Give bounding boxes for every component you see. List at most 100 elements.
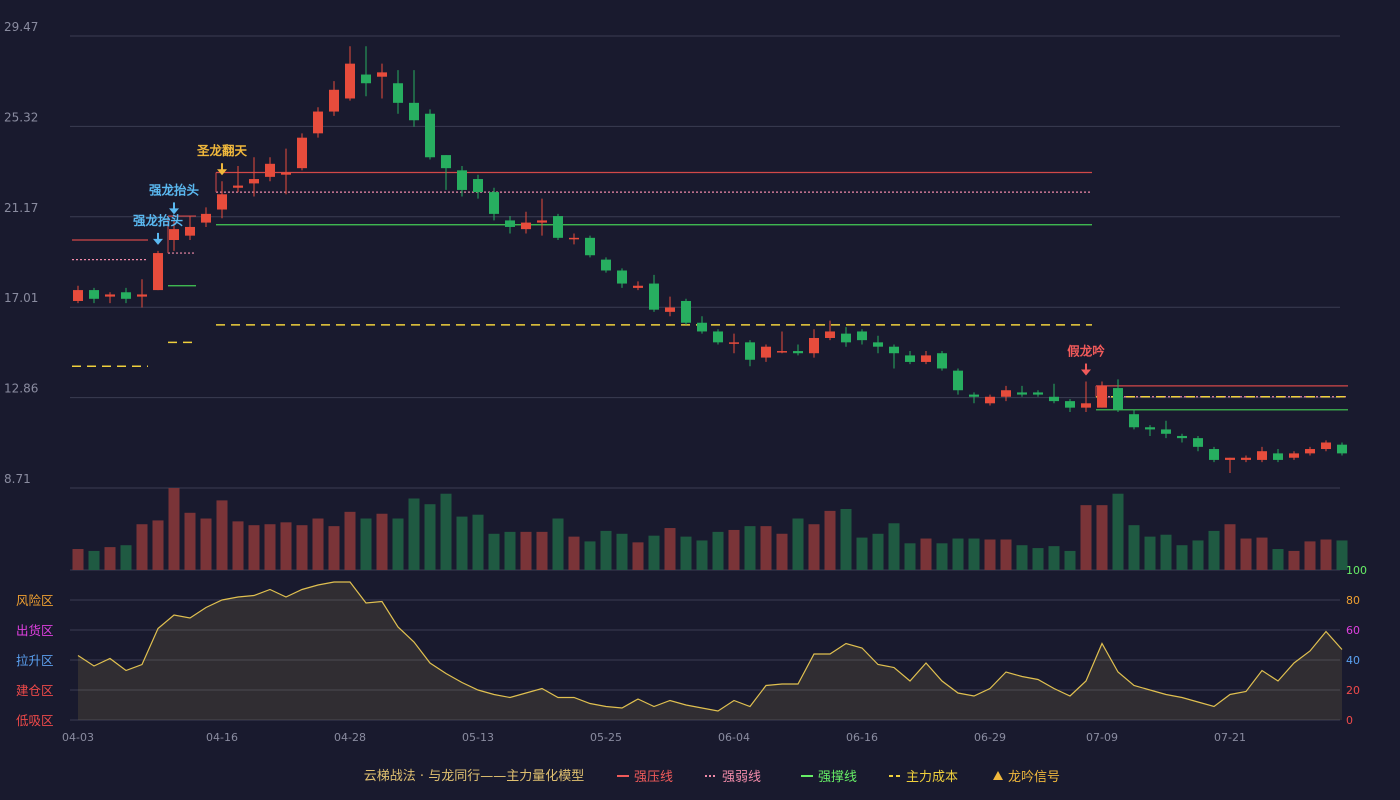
volume-bar [1288, 550, 1300, 570]
date-tick-label: 06-04 [718, 731, 750, 744]
oscillator-tick-label: 20 [1346, 684, 1360, 697]
volume-bar [440, 493, 452, 570]
candle-body [809, 337, 819, 354]
volume-bar [920, 538, 932, 570]
candle-body [985, 396, 995, 404]
volume-bar [1192, 540, 1204, 570]
candle-body [745, 342, 755, 360]
legend-symbol-triangle [993, 771, 1003, 780]
candle-body [233, 185, 243, 188]
volume-bar [712, 531, 724, 570]
volume-bar [904, 543, 916, 570]
date-tick-label: 05-13 [462, 731, 494, 744]
volume-bar [1064, 550, 1076, 570]
volume-bar [776, 533, 788, 570]
volume-bars [72, 488, 1348, 570]
candle-body [1241, 457, 1251, 460]
volume-bar [856, 537, 868, 570]
volume-bar [376, 513, 388, 570]
signal-arrow-icon [1081, 369, 1091, 376]
volume-bar [984, 539, 996, 570]
volume-bar [824, 510, 836, 570]
signal-label: 假龙吟 [1067, 344, 1105, 359]
candle-body [937, 353, 947, 369]
candle-body [1193, 438, 1203, 447]
volume-bar [1304, 541, 1316, 570]
signal-label: 强龙抬头 [149, 182, 200, 197]
volume-bar [1080, 505, 1092, 570]
oscillator-zone-label: 出货区 [16, 623, 54, 638]
candle-body [1145, 427, 1155, 430]
volume-bar [88, 550, 100, 570]
volume-bar [72, 549, 84, 570]
volume-bar [248, 525, 260, 570]
volume-bar [104, 547, 116, 570]
volume-bar [1112, 493, 1124, 570]
volume-bar [184, 512, 196, 570]
candle-body [281, 172, 291, 175]
candle-body [1033, 392, 1043, 395]
volume-bar [888, 523, 900, 570]
candle-body [1113, 388, 1123, 410]
volume-bar [1000, 539, 1012, 570]
volume-bar [168, 488, 180, 570]
price-tick-label: 17.01 [4, 291, 38, 305]
candle-body [601, 259, 611, 271]
price-axis: 29.47 25.32 21.17 17.01 12.86 8.71 [4, 20, 38, 486]
candle-body [1177, 435, 1187, 439]
candle-body [585, 237, 595, 256]
volume-bar [568, 536, 580, 570]
candle-body [729, 342, 739, 344]
candle-body [537, 220, 547, 223]
volume-bar [136, 524, 148, 570]
candle-body [1225, 457, 1235, 460]
candle-body [1065, 401, 1075, 408]
volume-bar [1224, 524, 1236, 570]
price-tick-label: 8.71 [4, 472, 31, 486]
candle-body [457, 170, 467, 190]
candle-body [1209, 449, 1219, 460]
oscillator-zone-label: 风险区 [16, 593, 54, 608]
volume-bar [968, 538, 980, 570]
candle-body [137, 294, 147, 297]
volume-bar [456, 516, 468, 570]
candle-body [857, 331, 867, 341]
date-tick-label: 07-09 [1086, 731, 1118, 744]
candle-body [953, 370, 963, 391]
candle-body [1337, 444, 1347, 454]
volume-bar [1208, 530, 1220, 570]
date-tick-label: 06-16 [846, 731, 878, 744]
volume-bar [744, 526, 756, 570]
signal-label: 强龙抬头 [133, 213, 184, 228]
candle-body [1017, 392, 1027, 395]
volume-bar [808, 524, 820, 570]
volume-bar [616, 533, 628, 570]
candle-body [921, 355, 931, 362]
stock-chart: 29.4725.3221.1717.0112.868.71 强龙抬头强龙抬头圣龙… [4, 20, 1367, 785]
volume-bar [680, 536, 692, 570]
candle-body [841, 333, 851, 343]
volume-bar [344, 511, 356, 570]
candle-body [169, 229, 179, 241]
volume-bar [1032, 548, 1044, 570]
oscillator-area [78, 582, 1342, 720]
volume-bar [328, 526, 340, 570]
candle-body [697, 322, 707, 332]
volume-bar [216, 500, 228, 570]
candles [73, 46, 1347, 473]
volume-bar [552, 518, 564, 570]
volume-bar [760, 526, 772, 570]
candle-body [889, 346, 899, 354]
date-axis: 04-03 04-16 04-28 05-13 05-25 06-04 06-16 06-29… [62, 731, 1246, 744]
candle-body [185, 226, 195, 236]
candle-body [1273, 453, 1283, 460]
volume-bar [792, 518, 804, 570]
volume-bar [664, 528, 676, 570]
volume-bar [312, 518, 324, 570]
candle-body [89, 290, 99, 299]
level-lines [72, 171, 1348, 411]
candle-body [665, 307, 675, 312]
legend-item-label: 龙吟信号 [1008, 769, 1060, 785]
volume-bar [1096, 505, 1108, 570]
volume-bar [152, 520, 164, 570]
